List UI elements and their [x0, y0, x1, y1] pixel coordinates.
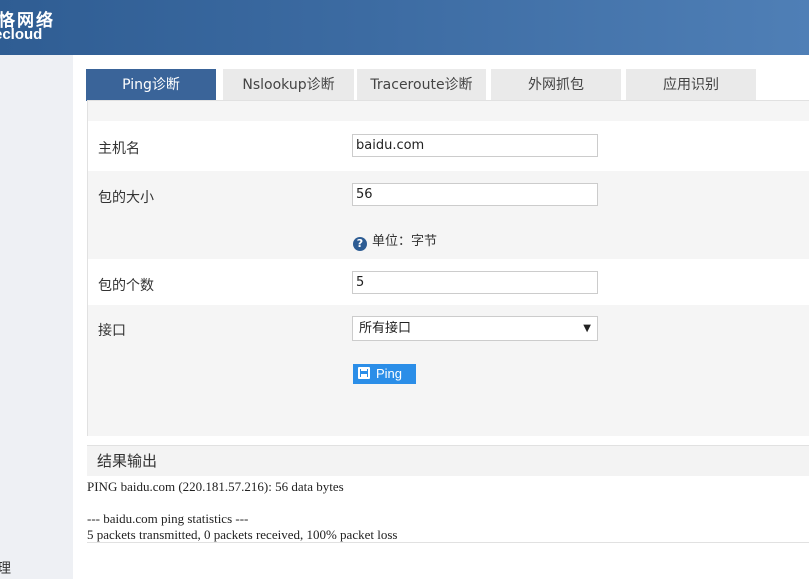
result-output: PING baidu.com (220.181.57.216): 56 data…	[87, 479, 398, 542]
host-row: 主机名	[88, 121, 809, 171]
main-content: Ping诊断 Nslookup诊断 Traceroute诊断 外网抓包 应用识别…	[73, 55, 809, 579]
size-input[interactable]	[352, 183, 598, 206]
question-icon[interactable]: ?	[353, 237, 367, 251]
interface-row: 接口 所有接口 ▼ Ping	[88, 305, 809, 436]
size-label: 包的大小	[98, 190, 154, 206]
tab-nslookup[interactable]: Nslookup诊断	[223, 69, 354, 101]
size-row: 包的大小 ? 单位：字节	[88, 171, 809, 259]
count-label: 包的个数	[98, 278, 154, 294]
interface-select[interactable]: 所有接口 ▼	[352, 316, 598, 341]
tab-app-identify[interactable]: 应用识别	[626, 69, 756, 101]
host-label: 主机名	[98, 141, 140, 157]
result-panel: 结果输出 PING baidu.com (220.181.57.216): 56…	[87, 445, 809, 543]
interface-select-value: 所有接口	[359, 321, 412, 336]
ping-button[interactable]: Ping	[353, 364, 416, 384]
sidebar: 理	[0, 55, 73, 579]
size-hint-text: 单位：字节	[372, 234, 438, 249]
tab-ping[interactable]: Ping诊断	[86, 69, 216, 101]
ping-button-label: Ping	[376, 366, 403, 381]
brand-name-en: ecloud	[0, 26, 43, 43]
count-input[interactable]	[352, 271, 598, 294]
top-header: 恪网络 ecloud	[0, 0, 809, 55]
result-title: 结果输出	[87, 446, 809, 476]
dropdown-arrow-icon: ▼	[583, 323, 591, 334]
size-hint: ? 单位：字节	[353, 230, 437, 251]
interface-label: 接口	[98, 323, 126, 339]
tab-traceroute[interactable]: Traceroute诊断	[357, 69, 486, 101]
panel-top-strip	[88, 101, 809, 121]
count-row: 包的个数	[88, 259, 809, 305]
tab-packet-capture[interactable]: 外网抓包	[491, 69, 621, 101]
host-input[interactable]	[352, 134, 598, 157]
save-icon	[358, 367, 370, 379]
ping-form-panel: 主机名 包的大小 ? 单位：字节 包的个数 接口 所有接口 ▼ Ping	[87, 100, 809, 436]
sidebar-item-label[interactable]: 理	[0, 558, 11, 578]
